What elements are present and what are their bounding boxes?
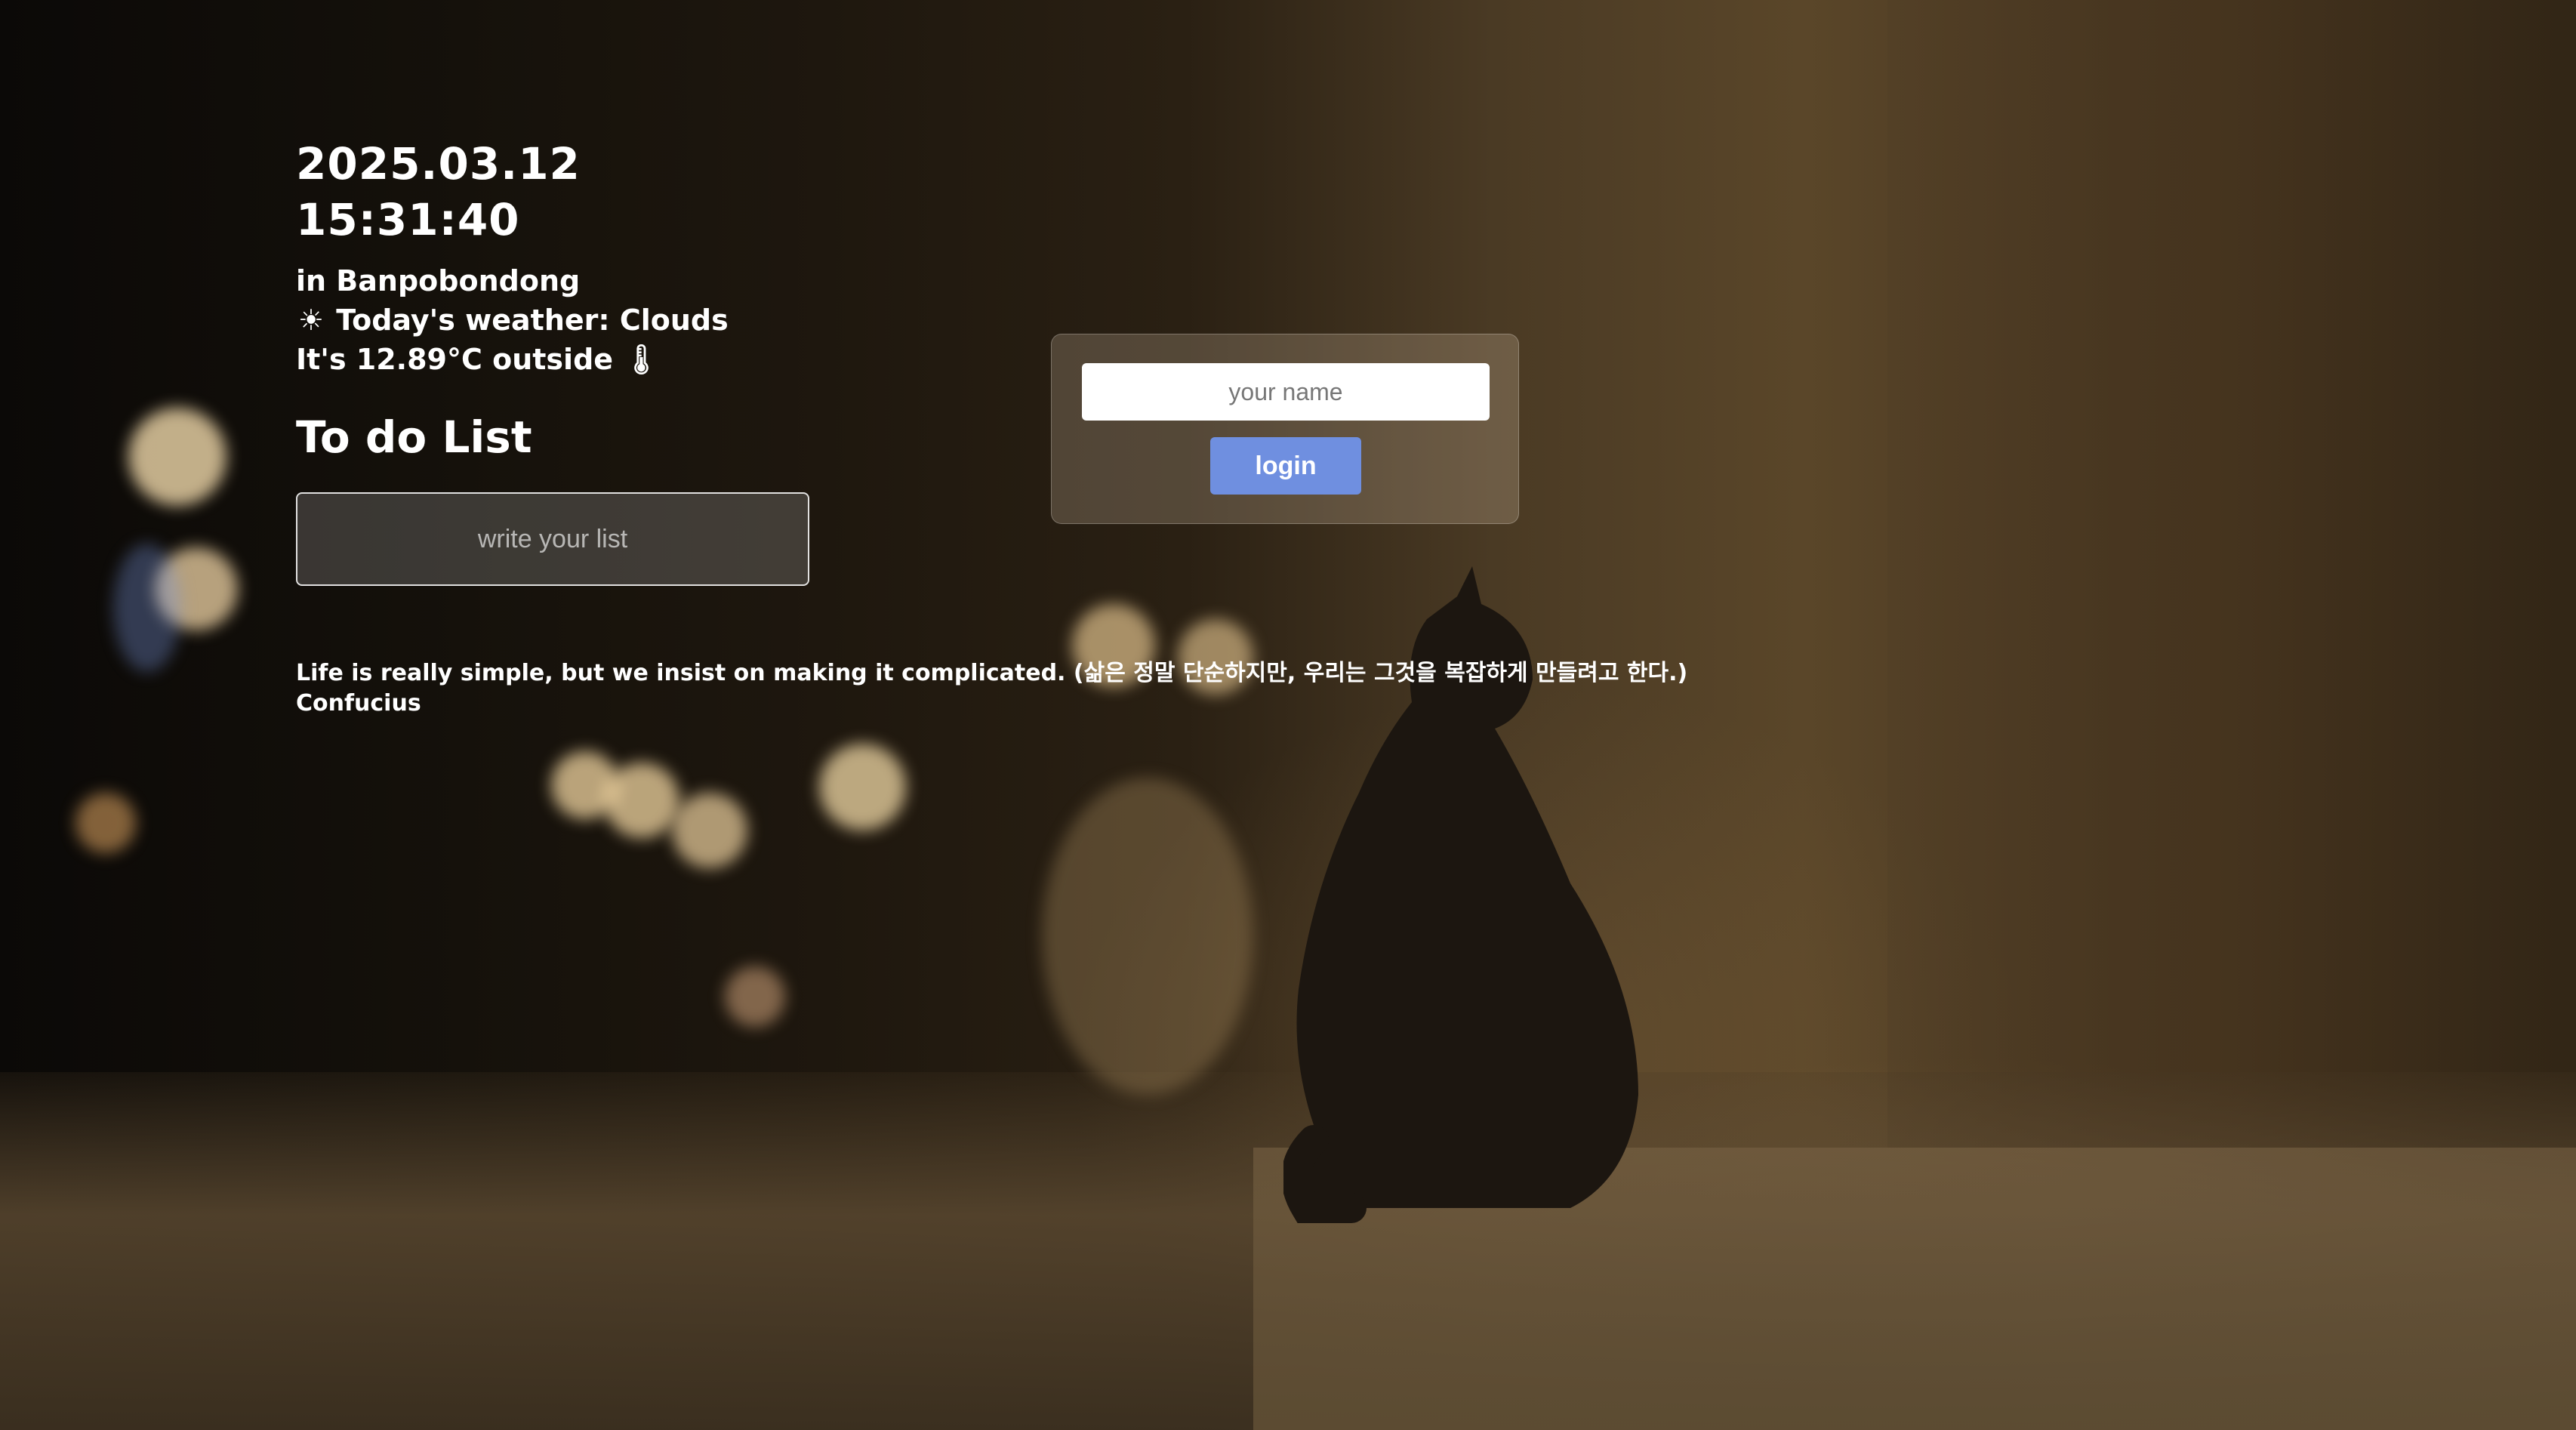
- weather-description: ☀ Today's weather: Clouds: [296, 300, 809, 340]
- temperature-text: It's 12.89°C outside: [296, 343, 614, 376]
- bokeh-light: [128, 408, 226, 506]
- todo-input[interactable]: [296, 492, 809, 586]
- weather-text: Today's weather: Clouds: [336, 304, 729, 337]
- weather-widget: in Banpobondong ☀ Today's weather: Cloud…: [296, 261, 809, 379]
- sun-icon: ☀: [297, 304, 325, 337]
- clock-display: 15:31:40: [296, 194, 520, 245]
- quote-author: Confucius: [296, 690, 421, 717]
- info-panel: 2025.03.12 15:31:40 in Banpobondong ☀ To…: [296, 136, 809, 586]
- bokeh-light: [1042, 778, 1253, 1095]
- weather-location: in Banpobondong: [296, 264, 581, 297]
- thermometer-icon: 🌡: [623, 343, 660, 376]
- bokeh-light: [725, 966, 785, 1027]
- bokeh-light: [819, 744, 906, 831]
- todo-title: To do List: [296, 411, 532, 463]
- login-button[interactable]: login: [1210, 437, 1361, 495]
- weather-temperature: It's 12.89°C outside 🌡: [296, 340, 809, 379]
- date-display: 2025.03.12: [296, 138, 581, 190]
- bokeh-light: [75, 793, 136, 853]
- quote-block: Life is really simple, but we insist on …: [296, 658, 1687, 719]
- quote-text: Life is really simple, but we insist on …: [296, 660, 1688, 686]
- name-input[interactable]: [1082, 363, 1490, 421]
- login-form: login: [1051, 334, 1519, 524]
- bokeh-light: [672, 793, 747, 868]
- bokeh-light: [604, 763, 679, 838]
- building-wall: [1887, 0, 2576, 1148]
- bokeh-light: [113, 544, 181, 672]
